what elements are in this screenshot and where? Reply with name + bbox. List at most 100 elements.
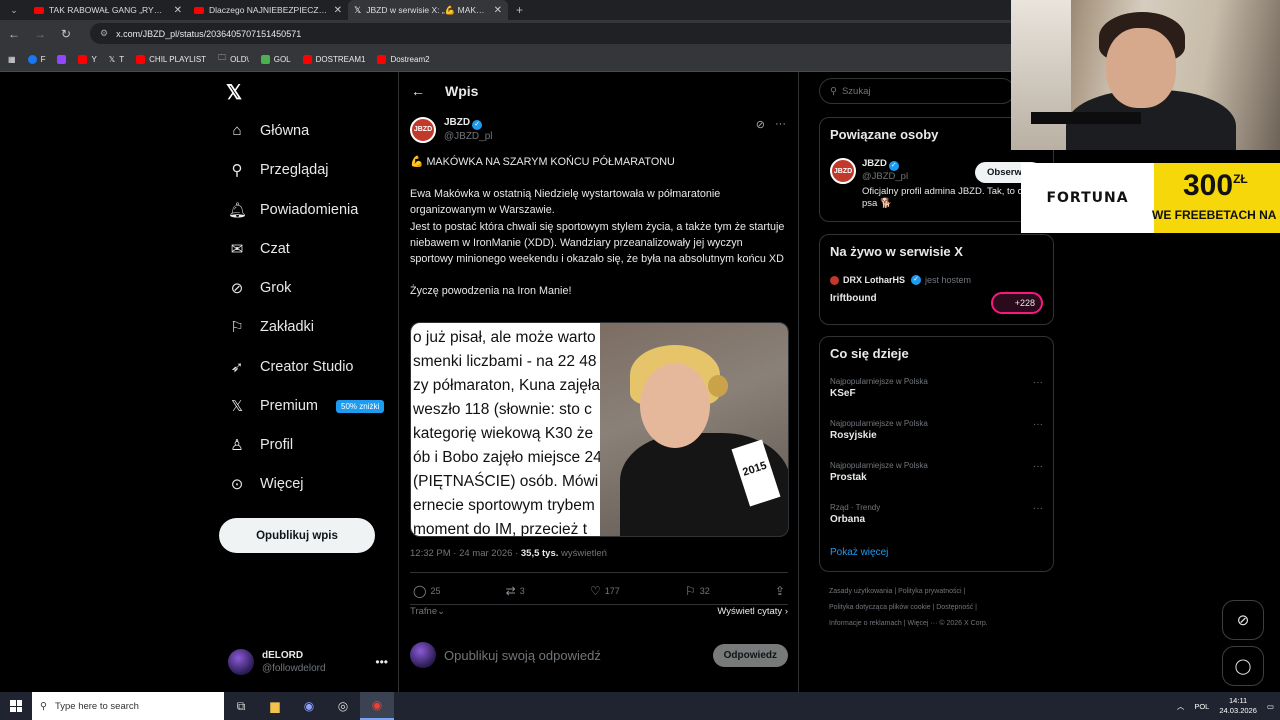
file-explorer-icon[interactable]: ▆	[258, 692, 292, 720]
reply-submit-button[interactable]: Odpowiedz	[712, 643, 788, 667]
browser-tab[interactable]: TAK RABOWAŁ GANG „RYMPAŁ ✕	[28, 0, 188, 20]
live-host[interactable]: DRX LotharHS ✓ jest hostem	[830, 275, 971, 285]
bookmark-folder[interactable]: 🗀 OLD\	[218, 52, 249, 66]
reply-input[interactable]: Opublikuj swoją odpowiedź	[444, 648, 705, 663]
nav-item-grok[interactable]: ⊘ Grok	[228, 279, 292, 297]
site-info-icon[interactable]: ⚙	[100, 28, 108, 39]
language-indicator[interactable]: POL	[1194, 702, 1209, 711]
back-arrow-icon[interactable]: ←	[411, 83, 425, 99]
post-timestamp[interactable]: 12:32 PM · 24 mar 2026 ·	[410, 548, 521, 559]
card-title: Na żywo w serwisie X	[830, 244, 963, 259]
messages-floating-button[interactable]: ◯	[1222, 646, 1264, 686]
bookmark-item[interactable]: CHIL PLAYLIST	[136, 54, 206, 64]
browser-tab[interactable]: Dlaczego NAJNIEBEZPIECZNIEJ ✕	[188, 0, 348, 20]
bell-icon: 🔔︎	[228, 202, 248, 219]
close-icon[interactable]: ✕	[174, 5, 182, 16]
youtube-icon	[78, 54, 88, 64]
youtube-icon	[34, 6, 44, 14]
x-logo-icon[interactable]: 𝕏	[226, 80, 242, 105]
search-input[interactable]: ⚲ Szukaj	[819, 78, 1015, 104]
nav-item-bookmarks[interactable]: ⚐ Zakładki	[228, 318, 314, 336]
nav-item-chat[interactable]: ✉ Czat	[228, 240, 290, 258]
trend-item[interactable]: Najpopularniejsze w Polska KSeF ···	[830, 377, 1045, 399]
share-button[interactable]: ⇪	[775, 584, 785, 598]
forward-arrow-icon[interactable]: →	[32, 27, 48, 41]
close-icon[interactable]: ✕	[494, 5, 502, 16]
bookmark-item[interactable]: Y	[78, 54, 97, 64]
nav-item-home[interactable]: ⌂ Główna	[228, 122, 309, 139]
notifications-icon[interactable]: ▭	[1267, 702, 1274, 711]
live-title[interactable]: Iriftbound	[830, 293, 877, 304]
media-photo[interactable]: 2015	[600, 323, 788, 536]
nav-item-premium[interactable]: 𝕏 Premium 50% zniżki	[228, 397, 385, 415]
trend-item[interactable]: Rząd · Trendy Orbana ···	[830, 503, 1045, 525]
post-button[interactable]: Opublikuj wpis	[219, 518, 375, 553]
bookmark-item[interactable]	[57, 54, 67, 64]
clock[interactable]: 14:11 24.03.2026	[1219, 696, 1257, 716]
repost-button[interactable]: ⇄ 3	[506, 584, 525, 598]
more-dots-icon[interactable]: •••	[375, 655, 388, 669]
start-button[interactable]	[0, 692, 32, 720]
post-media[interactable]: o już pisał, ale może warto smenki liczb…	[410, 322, 789, 537]
more-dots-icon[interactable]: ···	[1033, 503, 1043, 514]
bookmark-item[interactable]: Dostream2	[377, 54, 430, 64]
bookmark-item[interactable]: GOL	[260, 54, 291, 64]
discord-icon[interactable]: ◉	[292, 692, 326, 720]
author-avatar[interactable]: JBZD	[830, 158, 856, 184]
nav-item-more[interactable]: ⊙ Więcej	[228, 475, 304, 493]
more-dots-icon[interactable]: ···	[1033, 377, 1043, 388]
back-arrow-icon[interactable]: ←	[6, 27, 22, 41]
bookmark-item[interactable]: DOSTREAM1	[302, 54, 365, 64]
chevron-up-icon[interactable]: ︿	[1177, 701, 1185, 712]
view-quotes-link[interactable]: Wyświetl cytaty ›	[717, 606, 788, 617]
grok-floating-button[interactable]: ⊘	[1222, 600, 1264, 640]
reply-button[interactable]: ◯ 25	[413, 584, 440, 598]
footer-links[interactable]: Informacje o reklamach | Więcej ··· © 20…	[829, 616, 1049, 632]
obs-icon[interactable]: ◎	[326, 692, 360, 720]
more-dots-icon[interactable]: ···	[775, 118, 786, 131]
tab-search-icon[interactable]: ⌄	[0, 0, 28, 20]
sort-dropdown[interactable]: Trafne⌄	[410, 606, 445, 617]
author-avatar[interactable]: JBZD	[410, 116, 436, 143]
card-title: Co się dzieje	[830, 346, 909, 361]
fortuna-ad-banner: FORTUNA 300ZŁ WE FREEBETACH NA STA	[1021, 163, 1280, 233]
views-label: wyświetleń	[558, 548, 607, 559]
browser-tab-active[interactable]: 𝕏 JBZD w serwisie X: „💪 MAKÓW ✕	[348, 0, 508, 20]
footer-links[interactable]: Polityka dotycząca plików cookie | Dostę…	[829, 600, 1049, 616]
nav-item-explore[interactable]: ⚲ Przeglądaj	[228, 161, 329, 179]
account-switcher[interactable]: dELORD @followdelord •••	[228, 646, 388, 678]
taskbar-search-input[interactable]: ⚲ Type here to search	[32, 692, 224, 720]
show-more-link[interactable]: Pokaż więcej	[830, 547, 888, 558]
reload-icon[interactable]: ↻	[58, 27, 74, 41]
grok-icon: ⊘	[230, 280, 244, 297]
repost-icon: ⇄	[505, 584, 516, 598]
new-tab-button[interactable]: +	[508, 3, 531, 17]
avatar	[228, 649, 254, 675]
post-author[interactable]: JBZD JBZD ✓ @JBZD_pl	[410, 116, 493, 143]
account-handle: @followdelord	[262, 663, 326, 674]
apps-icon[interactable]: ▦	[8, 55, 16, 64]
webcam-overlay	[1011, 0, 1280, 150]
media-screenshot-text[interactable]: o już pisał, ale może warto smenki liczb…	[411, 323, 600, 536]
nav-item-profile[interactable]: ♙ Profil	[228, 436, 293, 454]
grok-icon: ⊘	[1236, 612, 1250, 629]
bookmark-button[interactable]: ⚐ 32	[685, 584, 710, 598]
task-view-icon[interactable]: ⧉	[224, 692, 258, 720]
nav-item-notifications[interactable]: 🔔︎ Powiadomienia	[228, 201, 358, 219]
youtube-icon	[136, 54, 146, 64]
bookmark-item[interactable]: 𝕏T	[109, 55, 124, 64]
close-icon[interactable]: ✕	[334, 5, 342, 16]
listeners-badge[interactable]: +228	[991, 292, 1043, 314]
more-dots-icon[interactable]: ···	[1033, 419, 1043, 430]
trend-item[interactable]: Najpopularniejsze w Polska Rosyjskie ···	[830, 419, 1045, 441]
post-meta: 12:32 PM · 24 mar 2026 · 35,5 tys. wyświ…	[410, 548, 607, 559]
bookmark-item[interactable]: F	[27, 54, 45, 64]
nav-item-creator-studio[interactable]: ➶ Creator Studio	[228, 358, 354, 376]
footer-links[interactable]: Zasady użytkowania | Polityka prywatnośc…	[829, 584, 1049, 600]
grok-icon[interactable]: ⊘	[756, 118, 765, 131]
like-button[interactable]: ♡ 177	[590, 584, 620, 598]
left-sidebar: 𝕏 ⌂ Główna ⚲ Przeglądaj 🔔︎ Powiadomienia ✉ C…	[216, 72, 398, 692]
trend-item[interactable]: Najpopularniejsze w Polska Prostak ···	[830, 461, 1045, 483]
chrome-icon[interactable]: ◉	[360, 692, 394, 720]
more-dots-icon[interactable]: ···	[1033, 461, 1043, 472]
